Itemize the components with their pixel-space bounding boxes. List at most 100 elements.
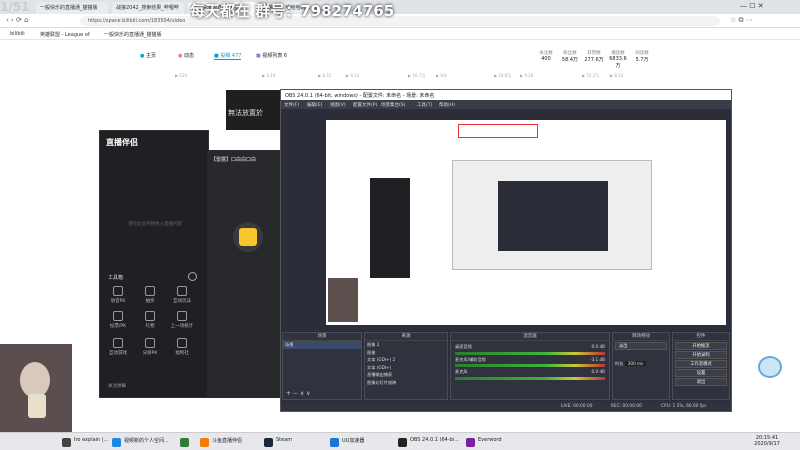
mixer-track-level: -3.1 dB bbox=[589, 356, 605, 362]
tool-vote[interactable]: 投票/PK bbox=[106, 311, 130, 329]
browser-tab[interactable]: 战狼2042_搜索结果_哔哩哔 bbox=[112, 2, 184, 14]
empty-hint: 请在此处开始接入直播内容 bbox=[128, 222, 182, 227]
start-recording-button[interactable]: 开始录制 bbox=[675, 351, 727, 359]
tool-interactive[interactable]: 互动玩法 bbox=[170, 286, 194, 304]
scene-add-remove[interactable]: + − ∧ ∨ bbox=[286, 390, 311, 397]
menu-scene-collection[interactable]: 场景集合(S) bbox=[381, 102, 405, 108]
window-controls[interactable]: — ☐ ✕ bbox=[740, 2, 764, 10]
tool-game[interactable]: 互动游戏 bbox=[106, 338, 130, 356]
stat-following: 关注数 400 bbox=[539, 51, 553, 62]
taskbar-pinned-icon[interactable] bbox=[180, 437, 192, 448]
duration-input[interactable]: 300 ms bbox=[624, 361, 647, 366]
room-title: 【雷霆】口白白口白 bbox=[211, 157, 257, 163]
video-play-count: ▶ 9.8 bbox=[436, 73, 447, 78]
source-item[interactable]: 文本 (GDI+) bbox=[365, 364, 447, 372]
stat-plays: 播放数 6833.6万 bbox=[609, 51, 627, 69]
volume-meter bbox=[455, 364, 605, 367]
live-companion-window: 直播伴侣 请在此处开始接入直播内容 工具箱 语音PK 抽奖 互动玩法 投票/PK… bbox=[99, 130, 209, 398]
obs-title-bar: OBS 24.0.1 (64-bit, windows) - 配置文件: 未命名… bbox=[281, 90, 731, 100]
tool-last-stats[interactable]: 上一场统计 bbox=[170, 311, 194, 329]
tools-settings-icon[interactable] bbox=[188, 272, 197, 281]
source-item[interactable]: 直播输出捕获 bbox=[365, 371, 447, 379]
menu-file[interactable]: 文件(F) bbox=[284, 102, 299, 108]
menu-tools[interactable]: 工具(T) bbox=[417, 102, 432, 108]
obs-menu-bar: 文件(F) 编辑(E) 视图(V) 配置文件(P) 场景集合(S) 工具(T) … bbox=[281, 100, 731, 109]
tool-gift[interactable]: 礼物 bbox=[138, 311, 162, 329]
bookmark-item[interactable]: 英雄联盟 - League of bbox=[40, 31, 90, 38]
nested-live-companion bbox=[370, 178, 410, 278]
taskbar-clock[interactable]: 20:15:41 2020/9/17 bbox=[750, 435, 784, 447]
menu-profile[interactable]: 配置文件(P) bbox=[353, 102, 377, 108]
studio-mode-button[interactable]: 工作室模式 bbox=[675, 360, 727, 368]
exit-button[interactable]: 退出 bbox=[675, 378, 727, 386]
menu-help[interactable]: 帮助(H) bbox=[439, 102, 455, 108]
stream-watermark: 每天都在 群号：798274765 bbox=[190, 2, 395, 20]
browser-tab[interactable]: 一般快乐的直播通_猫猫版 bbox=[36, 2, 108, 14]
taskbar-item[interactable]: Iro explain |... bbox=[62, 437, 108, 448]
video-play-count: ▶ 8.32 bbox=[318, 73, 332, 78]
source-item[interactable]: 图像幻灯片放映 bbox=[365, 379, 447, 387]
sources-dock: 来源 图像 2 图像 文本 (GDI+) 2 文本 (GDI+) 直播输出捕获 … bbox=[364, 332, 448, 400]
menu-view[interactable]: 视图(V) bbox=[330, 102, 346, 108]
nav-buttons[interactable]: ‹ › ⟳ ⌂ bbox=[6, 16, 29, 24]
controls-dock: 控件 开始推流 开始录制 工作室模式 设置 退出 bbox=[672, 332, 730, 400]
browser-toolbar-icons[interactable]: ☆ ⧉ ⋯ bbox=[730, 16, 753, 25]
stat-reads: 阅读数 5.7万 bbox=[635, 51, 649, 63]
start-live-button[interactable] bbox=[233, 222, 263, 252]
bookmark-item[interactable]: 一般快乐的直播通_猫猫版 bbox=[104, 31, 162, 38]
webcam-feed bbox=[0, 344, 72, 432]
bookmark-item[interactable]: bilibili bbox=[10, 31, 25, 37]
live-status: LIVE: 00:00:00 bbox=[561, 404, 593, 409]
taskbar-item[interactable]: 视频新的个人空间... bbox=[112, 437, 169, 448]
cpu-status: CPU: 1.5%, 60.00 fps bbox=[661, 404, 707, 409]
nav-dynamic[interactable]: ● 动态 bbox=[178, 52, 194, 59]
start-streaming-button[interactable]: 开始推流 bbox=[675, 342, 727, 350]
video-play-count: ▶ 9.14 bbox=[262, 73, 276, 78]
browser-tab-strip: 一般快乐的直播通_猫猫版 战狼2042_搜索结果_哔哩哔 一般快乐的直播通_猫 … bbox=[0, 0, 800, 14]
video-play-count: ▶ 55.2万 bbox=[582, 73, 600, 78]
mixer-track-name: 桌面音频 bbox=[455, 344, 472, 349]
source-item[interactable]: 图像 2 bbox=[365, 341, 447, 349]
nav-uploads[interactable]: ■ 投稿 477 bbox=[214, 52, 242, 60]
tool-welfare[interactable]: 福利社 bbox=[170, 338, 194, 356]
video-play-count: ▶ 120 bbox=[175, 73, 187, 78]
url-input[interactable]: https://space.bilibili.com/183504/video bbox=[80, 16, 720, 26]
nav-playlists[interactable]: ■ 视频列表 6 bbox=[256, 52, 287, 59]
duration-label: 时长 bbox=[615, 361, 624, 366]
nested-preview bbox=[452, 160, 652, 270]
mixer-track-level: 0.0 dB bbox=[591, 344, 605, 349]
video-thumbnail[interactable]: 無法放置於 bbox=[226, 90, 282, 130]
selected-source-box[interactable] bbox=[458, 124, 538, 138]
live-footer: 关注弹幕 bbox=[108, 384, 126, 389]
mixer-track-level: 0.0 dB bbox=[591, 369, 605, 374]
taskbar-item[interactable]: UU加速器 bbox=[330, 437, 364, 448]
bookmarks-bar: bilibili 英雄联盟 - League of 一般快乐的直播通_猫猫版 bbox=[0, 28, 800, 40]
video-play-count: ▶ 9.11 bbox=[346, 73, 360, 78]
scene-item[interactable]: 场景 bbox=[283, 341, 361, 349]
taskbar-item[interactable]: OBS 24.0.1 (64-bi... bbox=[398, 437, 459, 448]
live-companion-logo: 直播伴侣 bbox=[106, 138, 138, 147]
video-play-count: ▶ 14.8万 bbox=[494, 73, 512, 78]
tools-header: 工具箱 bbox=[108, 275, 124, 281]
audio-mixer-dock: 混音器 桌面音频 0.0 dB 麦克风/辅助音频 -3.1 dB 麦克风 0.0… bbox=[450, 332, 610, 400]
taskbar-item[interactable]: Steam bbox=[264, 437, 292, 448]
settings-button[interactable]: 设置 bbox=[675, 369, 727, 377]
transition-select[interactable]: 淡出 bbox=[615, 342, 667, 350]
source-item[interactable]: 图像 bbox=[365, 349, 447, 357]
tool-voice-pk[interactable]: 语音PK bbox=[106, 286, 130, 304]
volume-meter bbox=[455, 376, 605, 380]
mixer-track-name: 麦克风 bbox=[455, 369, 468, 374]
taskbar-item[interactable]: 斗鱼直播伴侣 bbox=[200, 437, 242, 448]
menu-edit[interactable]: 编辑(E) bbox=[307, 102, 322, 108]
tool-split-pk[interactable]: 分屏PK bbox=[138, 338, 162, 356]
source-item[interactable]: 文本 (GDI+) 2 bbox=[365, 356, 447, 364]
taskbar-item[interactable]: Everword bbox=[466, 437, 502, 448]
tool-lottery[interactable]: 抽奖 bbox=[138, 286, 162, 304]
stat-fans: 粉丝数 58.4万 bbox=[561, 51, 579, 63]
obs-preview-canvas[interactable] bbox=[326, 120, 726, 325]
nav-home[interactable]: ● 主页 bbox=[140, 52, 156, 59]
scenes-dock: 场景 场景 + − ∧ ∨ bbox=[282, 332, 362, 400]
video-play-count: ▶ 8.22 bbox=[610, 73, 624, 78]
obs-status-bar: LIVE: 00:00:00 REC: 00:00:00 CPU: 1.5%, … bbox=[281, 401, 731, 411]
video-play-count: ▶ 16.7万 bbox=[408, 73, 426, 78]
